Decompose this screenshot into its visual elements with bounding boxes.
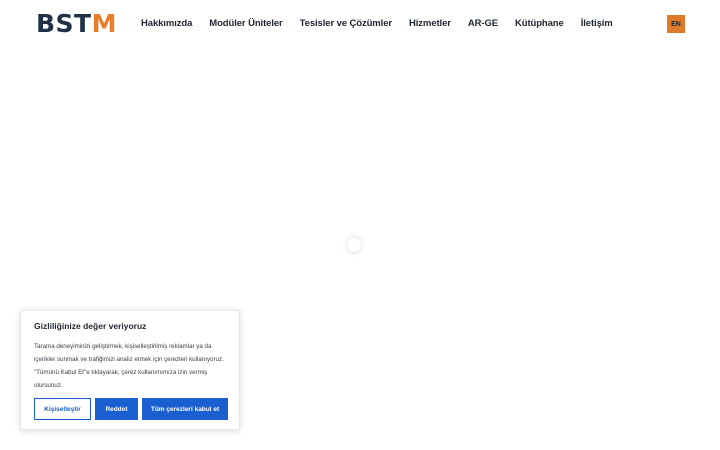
cookie-description: Tarama deneyiminizi geliştirmek, kişisel… — [34, 343, 224, 389]
cookie-title: Gizliliğinize değer veriyoruz — [34, 321, 147, 331]
reject-button[interactable]: Reddet — [95, 398, 138, 420]
nav-item-facilities[interactable]: Tesisler ve Çözümler — [300, 18, 392, 29]
loading-spinner — [347, 238, 361, 252]
nav-item-modular-units[interactable]: Modüler Üniteler — [209, 18, 282, 29]
customize-button[interactable]: Kişiselleştir — [34, 398, 91, 420]
language-switch-button[interactable]: EN — [667, 15, 685, 33]
nav-item-rnd[interactable]: AR-GE — [468, 18, 498, 29]
nav-item-services[interactable]: Hizmetler — [409, 18, 451, 29]
main-nav: Hakkımızda Modüler Üniteler Tesisler ve … — [141, 18, 630, 29]
nav-item-about[interactable]: Hakkımızda — [141, 18, 192, 29]
site-header: BST M Hakkımızda Modüler Üniteler Tesisle… — [0, 0, 720, 48]
logo[interactable]: BST M — [36, 11, 117, 37]
nav-item-contact[interactable]: İletişim — [581, 18, 613, 29]
logo-text-accent: M — [91, 9, 118, 38]
accept-all-button[interactable]: Tüm çerezleri kabul et — [142, 398, 228, 420]
nav-item-library[interactable]: Kütüphane — [515, 18, 564, 29]
cookie-consent-dialog: Gizliliğinize değer veriyoruz Tarama den… — [20, 310, 240, 430]
cookie-actions: Kişiselleştir Reddet Tüm çerezleri kabul… — [34, 398, 228, 420]
logo-text-main: BST — [36, 9, 92, 38]
